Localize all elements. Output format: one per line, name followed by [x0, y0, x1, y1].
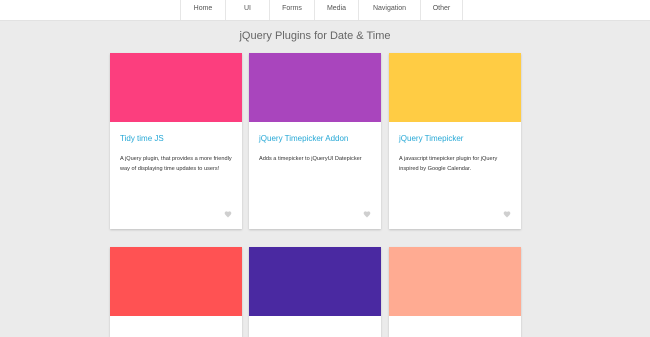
plugin-card[interactable]: Tidy time JS A jQuery plugin, that provi… — [110, 53, 242, 229]
card-title-link[interactable]: jQuery Timepicker — [399, 134, 463, 143]
nav-item-forms[interactable]: Forms — [269, 0, 314, 20]
nav-item-media[interactable]: Media — [314, 0, 358, 20]
card-description: A jQuery plugin, that provides a more fr… — [120, 156, 232, 172]
nav-item-other[interactable]: Other — [420, 0, 463, 20]
top-navigation-bar: Home UI Forms Media Navigation Other — [0, 0, 650, 21]
page-title: jQuery Plugins for Date & Time — [239, 30, 391, 42]
nav-item-ui[interactable]: UI — [225, 0, 269, 20]
card-title-link[interactable]: Tidy time JS — [120, 134, 164, 143]
card-color-swatch[interactable] — [249, 247, 381, 316]
nav-item-navigation[interactable]: Navigation — [358, 0, 420, 20]
nav-menu: Home UI Forms Media Navigation Other — [180, 0, 463, 20]
plugin-card[interactable] — [110, 247, 242, 337]
card-color-swatch[interactable] — [389, 53, 521, 122]
plugin-card[interactable]: jQuery Timepicker A javascript timepicke… — [389, 53, 521, 229]
card-color-swatch[interactable] — [110, 53, 242, 122]
card-color-swatch[interactable] — [110, 247, 242, 316]
nav-item-home[interactable]: Home — [180, 0, 225, 20]
card-color-swatch[interactable] — [249, 53, 381, 122]
card-color-swatch[interactable] — [389, 247, 521, 316]
plugin-card[interactable]: jQuery Timepicker Addon Adds a timepicke… — [249, 53, 381, 229]
heart-icon[interactable] — [363, 210, 371, 218]
heart-icon[interactable] — [224, 210, 232, 218]
plugin-card[interactable] — [389, 247, 521, 337]
card-description: Adds a timepicker to jQueryUI Datepicker — [259, 156, 362, 162]
plugin-card[interactable] — [249, 247, 381, 337]
card-title-link[interactable]: jQuery Timepicker Addon — [259, 134, 348, 143]
card-description: A javascript timepicker plugin for jQuer… — [399, 156, 498, 172]
heart-icon[interactable] — [503, 210, 511, 218]
